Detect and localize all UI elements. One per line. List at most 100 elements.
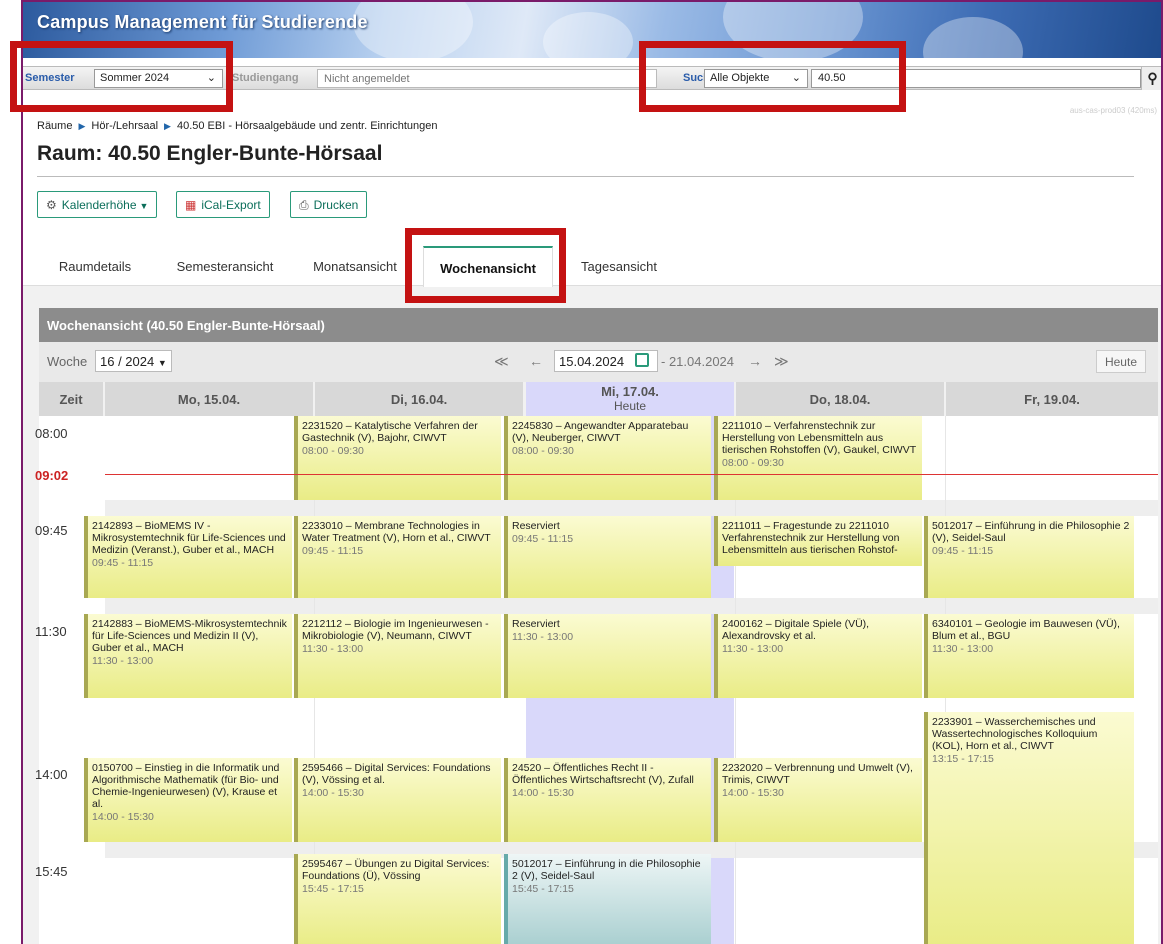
date-start-value: 15.04.2024 [559,354,625,369]
event-card[interactable]: 5012017 – Einführung in die Philosophie … [924,516,1134,598]
event-title: 24520 – Öffentliches Recht II - Öffentli… [512,762,694,786]
event-time: 11:30 - 13:00 [92,655,154,667]
event-card[interactable]: 2232020 – Verbrennung und Umwelt (V), Tr… [714,758,922,842]
printer-icon: ⎙ [299,198,309,212]
kalenderhoehe-button[interactable]: ⚙ Kalenderhöhe ▼ [37,191,158,218]
event-time: 15:45 - 17:15 [512,883,574,895]
current-time-label: 09:02 [35,468,69,483]
time-label: 08:00 [35,426,68,441]
column-header-friday: Fr, 19.04. [946,382,1158,416]
event-card[interactable]: 6340101 – Geologie im Bauwesen (VÜ), Blu… [924,614,1134,698]
tab-raumdetails[interactable]: Raumdetails [39,246,151,286]
column-header-zeit: Zeit [39,382,103,416]
event-title: 2595466 – Digital Services: Foundations … [302,762,491,786]
event-title: 5012017 – Einführung in die Philosophie … [512,858,701,882]
time-label: 14:00 [35,767,68,782]
week-select[interactable]: 16 / 2024 ▼ [95,350,172,372]
calendar-icon[interactable] [635,353,649,367]
event-card[interactable]: 2245830 – Angewandter Apparatebau (V), N… [504,416,711,500]
event-card[interactable]: 2233901 – Wasserchemisches und Wassertec… [924,712,1134,944]
print-label: Drucken [313,198,359,212]
ical-export-button[interactable]: ▦ iCal-Export [176,191,270,218]
view-tabs: Raumdetails Semesteransicht Monatsansich… [23,246,1161,287]
tab-semesteransicht[interactable]: Semesteransicht [161,246,289,286]
time-label: 11:30 [35,624,67,639]
kalenderhoehe-label: Kalenderhöhe [61,198,137,212]
event-title: 2232020 – Verbrennung und Umwelt (V), Tr… [722,762,913,786]
last-week-icon[interactable]: ≫ [774,353,789,370]
studiengang-field[interactable] [317,69,657,88]
server-info: aus-cas-prod03 (420ms) [1069,106,1157,115]
event-card[interactable]: 2142893 – BioMEMS IV - Mikrosystemtechni… [84,516,292,598]
event-title: 2211011 – Fragestunde zu 2211010 Verfahr… [722,520,900,556]
event-time: 11:30 - 13:00 [302,643,364,655]
event-card[interactable]: 2211010 – Verfahrenstechnik zur Herstell… [714,416,922,500]
event-card[interactable]: 2595467 – Übungen zu Digital Services: F… [294,854,501,944]
event-title: 2595467 – Übungen zu Digital Services: F… [302,858,490,882]
event-title: 2211010 – Verfahrenstechnik zur Herstell… [722,420,917,456]
page-frame: Campus Management für Studierende Semest… [21,0,1163,944]
event-card[interactable]: 2231520 – Katalytische Verfahren der Gas… [294,416,501,500]
slot-gap [105,500,1158,516]
event-time: 11:30 - 13:00 [722,643,784,655]
column-header-monday: Mo, 15.04. [105,382,313,416]
event-time: 13:15 - 17:15 [932,753,994,765]
event-card[interactable]: 2211011 – Fragestunde zu 2211010 Verfahr… [714,516,922,566]
tab-tagesansicht[interactable]: Tagesansicht [563,246,675,286]
event-title: 2245830 – Angewandter Apparatebau (V), N… [512,420,689,444]
event-title: 2233010 – Membrane Technologies in Water… [302,520,491,544]
first-week-icon[interactable]: ≪ [494,353,509,370]
caret-down-icon: ▼ [139,201,149,211]
highlight-box [405,228,566,303]
event-card[interactable]: 5012017 – Einführung in die Philosophie … [504,854,711,944]
event-card[interactable]: 0150700 – Einstieg in die Informatik und… [84,758,292,842]
tab-monatsansicht[interactable]: Monatsansicht [299,246,411,286]
weekview-header: Wochenansicht (40.50 Engler-Bunte-Hörsaa… [39,308,1158,342]
breadcrumb-separator-icon: ▶ [164,121,171,131]
event-card[interactable]: 2233010 – Membrane Technologies in Water… [294,516,501,598]
time-label: 09:45 [35,523,68,538]
ical-label: iCal-Export [201,198,261,212]
event-card[interactable]: 24520 – Öffentliches Recht II - Öffentli… [504,758,711,842]
page-title: Raum: 40.50 Engler-Bunte-Hörsaal [37,142,383,165]
event-card[interactable]: 2400162 – Digitale Spiele (VÜ), Alexandr… [714,614,922,698]
week-value: 16 / 2024 [100,354,155,369]
event-card[interactable]: 2212112 – Biologie im Ingenieurwesen - M… [294,614,501,698]
event-time: 11:30 - 13:00 [512,631,574,643]
breadcrumb-item[interactable]: 40.50 EBI - Hörsaalgebäude und zentr. Ei… [177,120,438,132]
event-title: 2142883 – BioMEMS-Mikrosystemtechnik für… [92,618,287,654]
event-time: 14:00 - 15:30 [512,787,574,799]
event-time: 08:00 - 09:30 [302,445,364,457]
event-title: 6340101 – Geologie im Bauwesen (VÜ), Blu… [932,618,1120,642]
chevron-down-icon: ▼ [157,358,167,368]
event-time: 14:00 - 15:30 [722,787,784,799]
next-week-icon[interactable]: → [748,353,762,369]
column-header-thursday: Do, 18.04. [736,382,944,416]
week-label: Woche [47,354,88,369]
highlight-box [10,41,233,112]
wednesday-label: Mi, 17.04. [601,384,659,399]
prev-week-icon[interactable]: ← [529,353,543,369]
week-navigation: Woche 16 / 2024 ▼ ≪ ← 15.04.2024 - 21.04… [39,342,1158,382]
breadcrumb-separator-icon: ▶ [78,121,86,131]
today-button[interactable]: Heute [1095,350,1146,373]
event-time: 14:00 - 15:30 [302,787,364,799]
divider [37,176,1134,177]
event-title: 2142893 – BioMEMS IV - Mikrosystemtechni… [92,520,286,556]
event-title: Reserviert [512,618,560,630]
today-label: Heute [613,399,647,413]
print-button[interactable]: ⎙ Drucken [290,191,368,218]
event-time: 08:00 - 09:30 [722,457,784,469]
settings-icon: ⚙ [46,198,57,212]
event-time: 08:00 - 09:30 [512,445,574,457]
event-time: 09:45 - 11:15 [512,533,574,545]
breadcrumb-item[interactable]: Räume [37,120,72,132]
column-header-tuesday: Di, 16.04. [315,382,523,416]
search-icon[interactable]: ⚲ [1141,67,1161,90]
studiengang-label: Studiengang [232,72,299,84]
event-card[interactable]: Reserviert 11:30 - 13:00 [504,614,711,698]
event-card[interactable]: 2595466 – Digital Services: Foundations … [294,758,501,842]
event-card[interactable]: 2142883 – BioMEMS-Mikrosystemtechnik für… [84,614,292,698]
breadcrumb-item[interactable]: Hör-/Lehrsaal [91,120,158,132]
event-card[interactable]: Reserviert 09:45 - 11:15 [504,516,711,598]
